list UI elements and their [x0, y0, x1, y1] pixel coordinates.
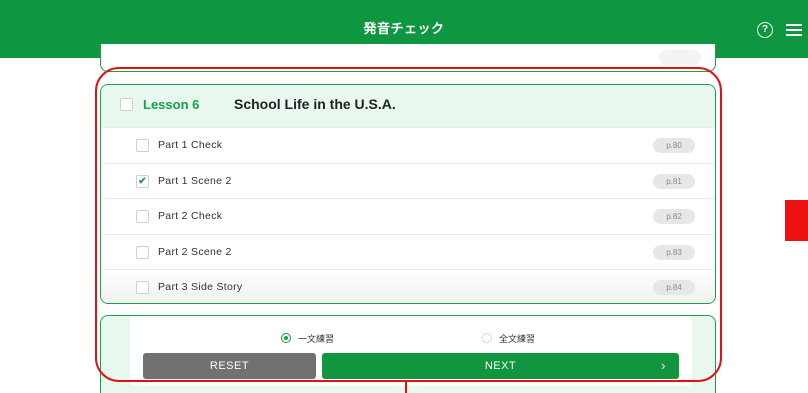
part-label: Part 2 Check [158, 210, 223, 222]
side-marker [785, 200, 808, 241]
part-label: Part 3 Side Story [158, 281, 243, 293]
next-label: NEXT [484, 360, 517, 372]
previous-lesson-card [100, 44, 716, 72]
part-row[interactable]: Part 3 Side Story p.84 [101, 269, 715, 303]
action-panel: 一文練習 全文練習 RESET NEXT › [130, 316, 692, 386]
page-badge: p.80 [653, 138, 695, 153]
mode-label: 全文練習 [499, 334, 536, 344]
part-row[interactable]: Part 2 Check p.82 [101, 198, 715, 234]
part-row[interactable]: Part 2 Scene 2 p.83 [101, 233, 715, 269]
radio-unselected-icon[interactable] [482, 333, 492, 343]
part-checkbox[interactable] [136, 281, 149, 294]
mode-label: 一文練習 [298, 334, 335, 344]
lesson-number: Lesson 6 [143, 97, 200, 112]
lesson-checkbox[interactable] [120, 98, 133, 111]
part-row[interactable]: ✔ Part 1 Scene 2 p.81 [101, 162, 715, 198]
reset-button[interactable]: RESET [143, 353, 316, 379]
lesson-header[interactable]: Lesson 6 School Life in the U.S.A. [101, 85, 715, 127]
page-badge: p.84 [653, 280, 695, 295]
page-badge: p.81 [653, 173, 695, 189]
radio-selected-icon[interactable] [281, 333, 291, 343]
part-checkbox[interactable] [136, 210, 149, 223]
help-icon[interactable]: ? [757, 22, 773, 38]
part-label: Part 2 Scene 2 [158, 245, 232, 258]
check-icon: ✔ [138, 175, 147, 187]
part-list: Part 1 Check p.80 ✔ Part 1 Scene 2 p.81 … [101, 127, 715, 303]
part-checkbox[interactable] [136, 139, 149, 152]
chevron-right-icon: › [661, 358, 666, 373]
lesson-title: School Life in the U.S.A. [234, 96, 396, 112]
callout-line [405, 382, 407, 393]
next-button[interactable]: NEXT › [322, 353, 679, 379]
part-checkbox[interactable]: ✔ [136, 174, 149, 188]
part-row[interactable]: Part 1 Check p.80 [101, 127, 715, 163]
menu-icon[interactable] [786, 24, 802, 36]
page-badge: p.83 [653, 244, 695, 260]
part-label: Part 1 Scene 2 [158, 174, 232, 187]
part-label: Part 1 Check [158, 139, 223, 151]
page-badge [659, 50, 701, 65]
lesson-card: Lesson 6 School Life in the U.S.A. Part … [100, 84, 716, 304]
part-checkbox[interactable] [136, 245, 149, 259]
page-badge: p.82 [653, 209, 695, 224]
